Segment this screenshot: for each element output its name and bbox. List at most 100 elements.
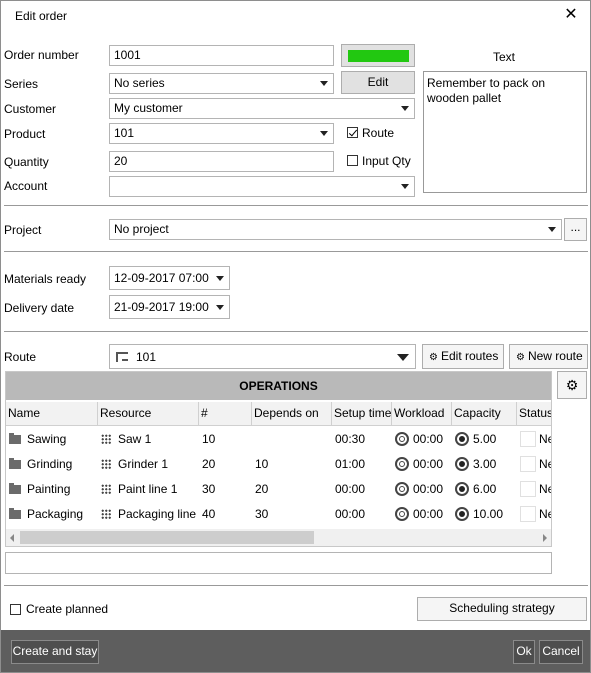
cell-workload: 00:00 (395, 477, 452, 502)
chevron-down-icon (401, 106, 409, 111)
series-edit-button[interactable]: Edit (341, 71, 415, 94)
series-label: Series (4, 77, 39, 91)
capacity-icon (455, 507, 469, 521)
chevron-down-icon (401, 184, 409, 189)
table-row[interactable]: Grinding Grinder 1 20 10 01:00 00:00 3.00 Ne (6, 452, 551, 477)
close-icon[interactable]: ✕ (560, 4, 582, 26)
workload-text: 00:00 (413, 507, 444, 521)
window-title: Edit order (15, 9, 68, 23)
cell-setup: 01:00 (335, 452, 392, 477)
new-route-label: New route (527, 349, 583, 363)
cell-name: Packaging (9, 502, 98, 527)
chevron-down-icon (320, 81, 328, 86)
status-text: Ne (539, 507, 551, 521)
materials-ready-value: 12-09-2017 07:00 (114, 271, 209, 285)
table-row[interactable]: Painting Paint line 1 30 20 00:00 00:00 6.00 Ne (6, 477, 551, 502)
workload-icon (395, 432, 409, 446)
ok-button[interactable]: Ok (513, 640, 535, 664)
scrollbar-thumb[interactable] (20, 531, 314, 544)
cell-depends (255, 427, 332, 452)
operations-grid: OPERATIONS Name Resource # Depends on Setup … (5, 371, 552, 547)
customer-value: My customer (114, 101, 183, 115)
column-header[interactable]: Status (517, 402, 551, 426)
table-row[interactable]: Sawing Saw 1 10 00:30 00:00 5.00 Ne (6, 427, 551, 452)
series-select[interactable]: No series (109, 73, 334, 94)
text-area[interactable]: Remember to pack on wooden pallet (423, 71, 587, 193)
customer-label: Customer (4, 102, 57, 116)
column-header[interactable]: Resource (98, 402, 199, 426)
delivery-date-picker[interactable]: 21-09-2017 19:00 (109, 295, 230, 319)
quantity-label: Quantity (4, 155, 49, 169)
capacity-text: 10.00 (473, 507, 504, 521)
cell-num: 30 (202, 477, 252, 502)
cell-num: 20 (202, 452, 252, 477)
new-route-icon: ⚙ (516, 352, 525, 363)
series-value: No series (114, 76, 165, 90)
cell-status: Ne (520, 477, 551, 502)
table-row[interactable]: Packaging Packaging line 1 40 30 00:00 00:00 1… (6, 502, 551, 527)
scroll-left-icon[interactable] (10, 534, 14, 542)
horizontal-scrollbar[interactable] (6, 529, 551, 546)
route-value: 101 (136, 350, 157, 364)
column-header[interactable]: Capacity (452, 402, 517, 426)
column-header[interactable]: Depends on (252, 402, 332, 426)
quantity-field[interactable]: 20 (109, 151, 334, 172)
resource-icon (101, 509, 111, 519)
cell-status: Ne (520, 502, 551, 527)
status-text: Ne (539, 457, 551, 471)
create-planned-checkbox[interactable] (10, 604, 21, 615)
setup-text: 01:00 (335, 457, 366, 471)
scheduling-strategy-button[interactable]: Scheduling strategy (417, 597, 587, 621)
materials-ready-picker[interactable]: 12-09-2017 07:00 (109, 266, 230, 290)
scroll-right-icon[interactable] (543, 534, 547, 542)
workload-text: 00:00 (413, 457, 444, 471)
column-header[interactable]: Setup time (332, 402, 392, 426)
resource-icon (101, 459, 111, 469)
route-tree-icon (116, 352, 128, 362)
edit-routes-icon: ⚙ (429, 352, 438, 363)
input-qty-label: Input Qty (362, 154, 411, 168)
capacity-icon (455, 432, 469, 446)
capacity-icon (455, 482, 469, 496)
status-indicator-icon (520, 431, 536, 447)
resource-text: Packaging line 1 (118, 507, 199, 521)
resource-text: Grinder 1 (118, 457, 169, 471)
project-browse-button[interactable]: ... (564, 218, 587, 241)
new-route-button[interactable]: ⚙ New route (509, 344, 588, 369)
cell-resource: Grinder 1 (101, 452, 199, 477)
column-header[interactable]: Workload (392, 402, 452, 426)
cell-capacity: 3.00 (455, 452, 517, 477)
capacity-text: 3.00 (473, 457, 497, 471)
route-checkbox[interactable] (347, 127, 358, 138)
account-select[interactable] (109, 176, 415, 197)
cell-status: Ne (520, 452, 551, 477)
route-select[interactable]: 101 (109, 344, 416, 369)
cell-workload: 00:00 (395, 502, 452, 527)
chevron-down-icon (216, 276, 224, 281)
cell-capacity: 5.00 (455, 427, 517, 452)
column-header[interactable]: # (199, 402, 252, 426)
grid-settings-button[interactable]: ⚙ (557, 371, 587, 399)
input-qty-checkbox[interactable] (347, 155, 358, 166)
resource-icon (101, 484, 111, 494)
order-number-field[interactable]: 1001 (109, 45, 334, 66)
resource-text: Saw 1 (118, 432, 152, 446)
cell-depends: 30 (255, 502, 332, 527)
delivery-date-value: 21-09-2017 19:00 (114, 300, 209, 314)
route-label: Route (4, 350, 37, 364)
product-select[interactable]: 101 (109, 123, 334, 144)
column-header[interactable]: Name (6, 402, 98, 426)
cancel-button[interactable]: Cancel (539, 640, 583, 664)
edit-routes-button[interactable]: ⚙ Edit routes (422, 344, 504, 369)
capacity-icon (455, 457, 469, 471)
num-text: 40 (202, 507, 216, 521)
project-select[interactable]: No project (109, 219, 562, 240)
color-picker-button[interactable] (341, 44, 415, 67)
cell-resource: Saw 1 (101, 427, 199, 452)
create-and-stay-button[interactable]: Create and stay (11, 640, 99, 664)
operation-note-field[interactable] (5, 552, 552, 574)
customer-select[interactable]: My customer (109, 98, 415, 119)
status-indicator-icon (520, 506, 536, 522)
cell-workload: 00:00 (395, 452, 452, 477)
depends-text: 20 (255, 482, 269, 496)
